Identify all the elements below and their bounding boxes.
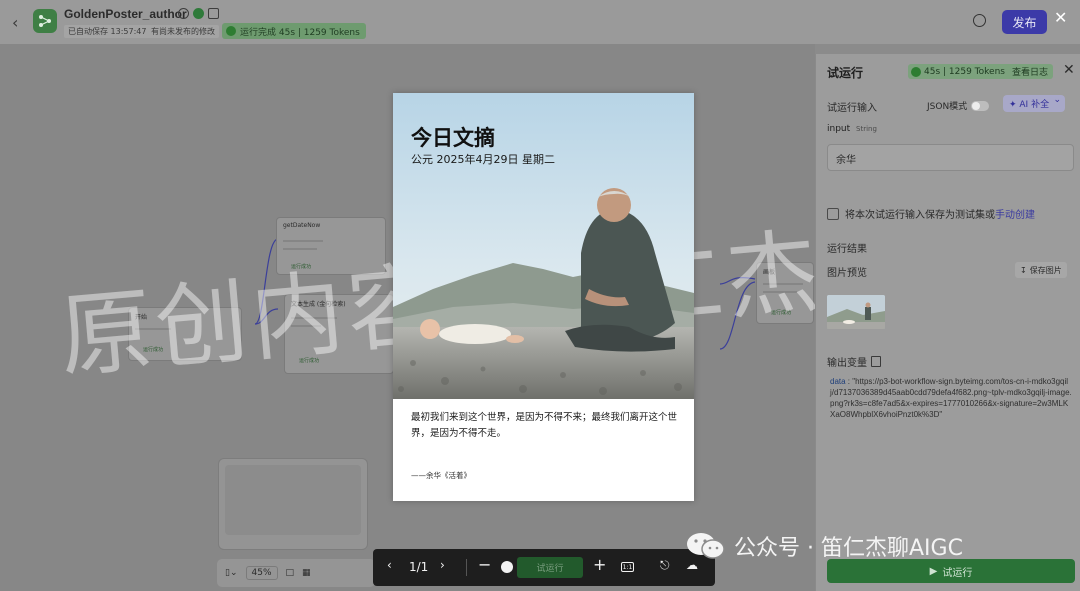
input-key: input <box>827 124 851 134</box>
wechat-watermark: 公众号 · 笛仁杰聊AIGC <box>686 530 963 562</box>
zoom-select[interactable]: 45% <box>245 566 278 580</box>
run-result-label: 运行结果 <box>827 244 867 255</box>
wechat-icon <box>686 531 726 561</box>
json-mode-label: JSON模式 <box>927 102 968 112</box>
back-arrow-icon[interactable]: ‹ <box>12 13 18 32</box>
minimap[interactable] <box>218 458 368 550</box>
zoom-out-icon[interactable]: − <box>478 555 491 574</box>
wechat-account-text: 公众号 · 笛仁杰聊AIGC <box>734 536 963 561</box>
autosave-status: 已自动保存 13:57:47 <box>64 25 151 38</box>
workflow-app-logo <box>33 9 57 33</box>
run-status-text: 运行完成 45s | 1259 Tokens <box>240 27 360 38</box>
top-bar: ‹ GoldenPoster_author 已自动保存 13:57:47 有尚未… <box>0 0 1080 44</box>
copy-icon[interactable] <box>871 356 881 367</box>
close-icon[interactable]: ✕ <box>1063 62 1075 78</box>
manual-create-link[interactable]: 手动创建 <box>995 210 1035 221</box>
save-image-label: 保存图片 <box>1029 265 1062 275</box>
success-check-icon <box>226 26 236 36</box>
play-icon: ▶ <box>929 565 938 577</box>
rotate-icon[interactable]: ⎋ <box>660 558 670 573</box>
ai-fill-button[interactable]: ✦ AI 补全 <box>1003 95 1066 112</box>
publish-button[interactable]: 发布 <box>1002 10 1047 34</box>
poster-quote: 最初我们来到这个世界，是因为不得不来；最终我们离开这个世界，是因为不得不走。 <box>411 412 678 439</box>
canvas-toolbar: ▯⌄ 45% □ ▦ <box>217 559 375 587</box>
run-button[interactable]: ▶ 试运行 <box>827 559 1075 583</box>
mouse-mode-icon[interactable]: ▯⌄ <box>225 568 238 578</box>
one-to-one-icon[interactable]: 1:1 <box>621 562 634 572</box>
json-mode-toggle[interactable] <box>971 100 990 111</box>
save-image-button[interactable]: ↧ 保存图片 <box>1015 262 1067 278</box>
panel-title: 试运行 <box>827 66 864 80</box>
unpublished-changes-tag: 有尚未发布的修改 <box>147 25 219 38</box>
prev-page-icon[interactable]: ‹ <box>387 558 392 572</box>
run-button-label: 试运行 <box>942 567 973 579</box>
image-preview-thumbnail[interactable] <box>827 295 885 329</box>
run-status-badge: 运行完成 45s | 1259 Tokens <box>222 23 366 39</box>
close-preview-icon[interactable]: ✕ <box>1054 8 1067 27</box>
next-page-icon[interactable]: › <box>440 558 445 572</box>
panel-run-status: 45s | 1259 Tokens 查看日志 <box>908 64 1053 79</box>
poster-preview: 今日文摘 公元 2025年4月29日 星期二 最初我们来到这个世界，是因为不得不… <box>393 93 694 501</box>
comment-icon[interactable]: □ <box>286 568 295 578</box>
trial-input-label: 试运行输入 <box>827 103 877 114</box>
app-title: GoldenPoster_author <box>64 7 187 21</box>
edit-icon[interactable] <box>208 8 219 19</box>
poster-author: ——余华《活着》 <box>411 471 471 480</box>
page-indicator: 1/1 <box>409 560 429 574</box>
node-title: getDateNow <box>283 222 321 229</box>
layout-icon[interactable]: ▦ <box>302 568 311 578</box>
save-testset-checkbox[interactable] <box>827 207 839 220</box>
test-run-panel: 试运行 45s | 1259 Tokens 查看日志 ✕ 试运行输入 JSON模… <box>815 54 1080 591</box>
json-mode-row: JSON模式 <box>927 99 990 112</box>
history-icon[interactable] <box>973 14 986 27</box>
save-as-testset-row: 将本次试运行输入保存为测试集或手动创建 <box>827 206 1035 221</box>
image-viewer-toolbar: ‹ 1/1 › 试运行 − + 1:1 ⎋ ☁ <box>373 549 715 586</box>
save-testset-label: 将本次试运行输入保存为测试集或 <box>845 210 995 221</box>
info-icon[interactable] <box>178 8 189 19</box>
input-field[interactable]: 余华 <box>827 144 1074 171</box>
poster-photo: 今日文摘 公元 2025年4月29日 星期二 <box>393 93 694 399</box>
panel-status-text: 45s | 1259 Tokens <box>924 66 1005 77</box>
download-icon: ↧ <box>1020 265 1027 275</box>
zoom-in-icon[interactable]: + <box>593 555 606 574</box>
output-value: "https://p3-bot-workflow-sign.byteimg.co… <box>830 377 1072 419</box>
view-log-link[interactable]: 查看日志 <box>1012 65 1048 78</box>
image-preview-label: 图片预览 <box>827 268 867 279</box>
published-check-icon <box>193 8 204 19</box>
poster-title: 今日文摘 <box>411 126 495 150</box>
poster-date: 公元 2025年4月29日 星期二 <box>411 153 555 166</box>
ghost-run-button: 试运行 <box>517 557 583 578</box>
zoom-slider-handle[interactable] <box>501 561 513 573</box>
output-key: data <box>830 377 846 386</box>
output-json: data : "https://p3-bot-workflow-sign.byt… <box>830 377 1072 419</box>
output-vars-row: 输出变量 <box>827 354 881 369</box>
input-type: String <box>856 125 877 133</box>
output-vars-label: 输出变量 <box>827 358 867 369</box>
success-check-icon <box>911 66 921 77</box>
